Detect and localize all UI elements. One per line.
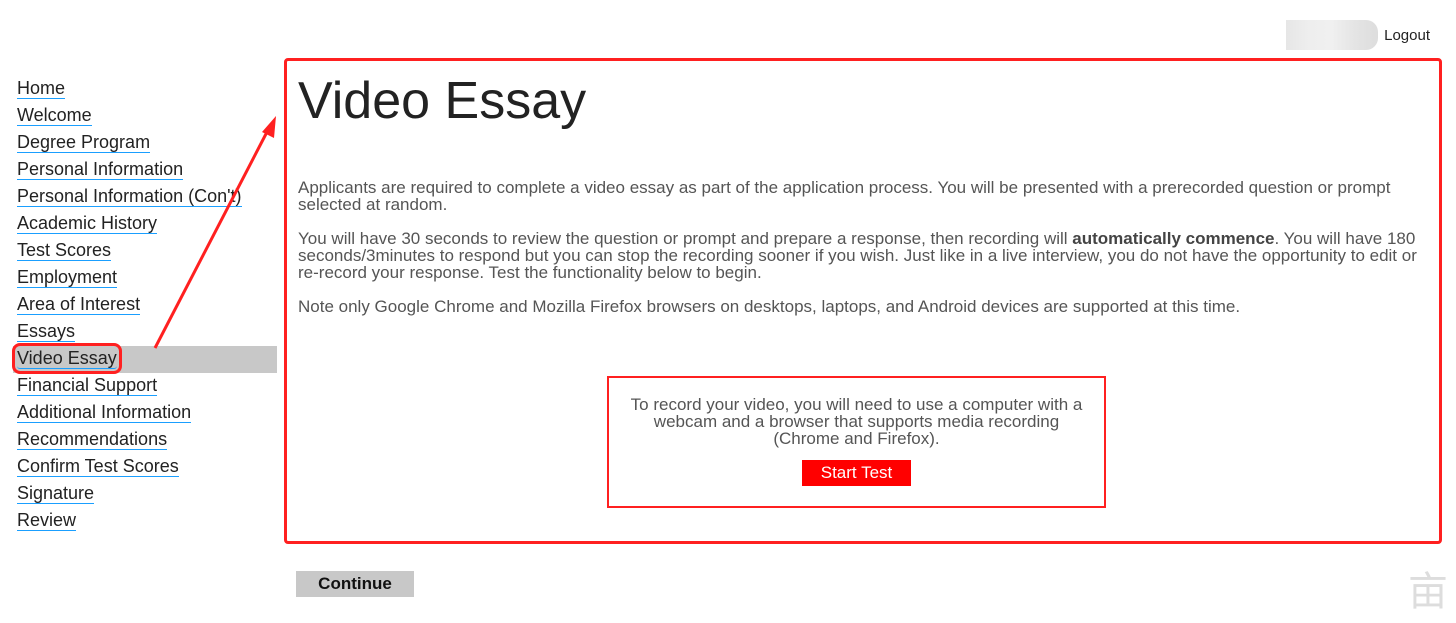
main-content: Video Essay Applicants are required to c… bbox=[284, 58, 1442, 544]
top-bar: Logout bbox=[1286, 20, 1430, 50]
start-test-button[interactable]: Start Test bbox=[801, 460, 912, 486]
logout-link[interactable]: Logout bbox=[1384, 27, 1430, 44]
intro-paragraph: Applicants are required to complete a vi… bbox=[298, 178, 1391, 214]
label: Additional Information bbox=[17, 402, 192, 423]
instructions-paragraph: You will have 30 seconds to review the q… bbox=[298, 230, 1418, 281]
record-panel: To record your video, you will need to u… bbox=[607, 376, 1106, 508]
sidebar-item-review[interactable]: Review bbox=[13, 508, 277, 535]
sidebar-item-signature[interactable]: Signature bbox=[13, 481, 277, 508]
page-title: Video Essay bbox=[298, 72, 587, 130]
label: Signature bbox=[17, 483, 95, 504]
annotation-arrow bbox=[153, 116, 276, 349]
continue-button[interactable]: Continue bbox=[296, 571, 414, 597]
label: Review bbox=[17, 510, 77, 531]
sidebar-item-confirm-test-scores[interactable]: Confirm Test Scores bbox=[13, 454, 277, 481]
browser-note: Note only Google Chrome and Mozilla Fire… bbox=[298, 297, 1241, 316]
record-note: To record your video, you will need to u… bbox=[630, 395, 1083, 448]
label: Confirm Test Scores bbox=[17, 456, 179, 477]
sidebar-item-additional-information[interactable]: Additional Information bbox=[13, 400, 277, 427]
blurred-username bbox=[1286, 20, 1379, 50]
label: Recommendations bbox=[17, 429, 168, 450]
sidebar-item-recommendations[interactable]: Recommendations bbox=[13, 427, 277, 454]
watermark-icon: 亩 bbox=[1408, 570, 1448, 614]
